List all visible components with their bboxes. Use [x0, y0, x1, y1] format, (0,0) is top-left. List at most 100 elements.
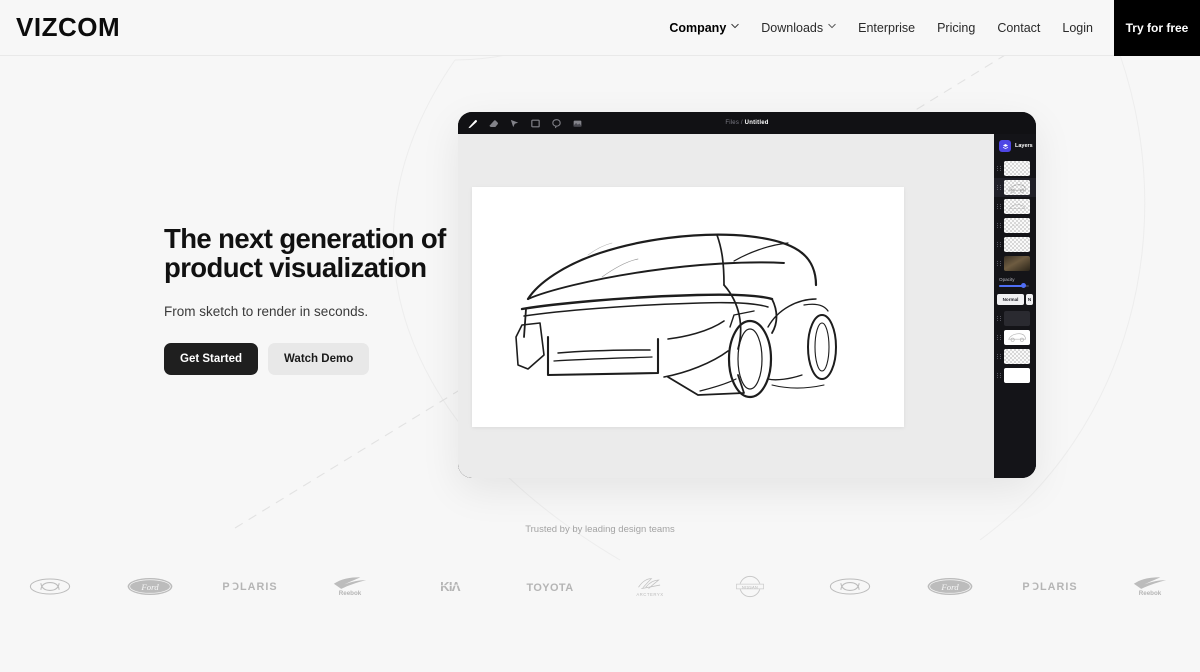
- hero-subtitle: From sketch to render in seconds.: [164, 304, 494, 319]
- drag-handle-icon[interactable]: [997, 260, 1001, 268]
- logo-arcteryx: ARCTERYX: [600, 575, 700, 598]
- nav-item-contact[interactable]: Contact: [986, 0, 1051, 56]
- layer-thumbnail: [1004, 311, 1030, 326]
- nav-item-enterprise[interactable]: Enterprise: [847, 0, 926, 56]
- chevron-down-icon: [828, 23, 836, 31]
- layer-item[interactable]: [994, 216, 1036, 235]
- nav-item-login[interactable]: Login: [1051, 0, 1104, 56]
- try-for-free-button[interactable]: Try for free: [1114, 0, 1200, 56]
- opacity-label: Opacity: [999, 277, 1031, 282]
- logo-kia: KIΛ: [400, 579, 500, 594]
- tool-icon-group: [466, 117, 583, 129]
- app-body: Layers: [458, 134, 1036, 478]
- opacity-slider-fill: [999, 285, 1022, 287]
- watch-demo-button[interactable]: Watch Demo: [268, 343, 369, 375]
- blend-mode-select[interactable]: Normal: [997, 294, 1024, 305]
- layer-item[interactable]: [994, 254, 1036, 273]
- opacity-slider-handle[interactable]: [1021, 283, 1026, 288]
- nav-item-company[interactable]: Company: [658, 0, 750, 56]
- svg-text:Reebok: Reebok: [339, 590, 362, 597]
- brand-logo[interactable]: VIZCOM: [16, 12, 120, 43]
- logo-polaris: POLARIS: [1000, 580, 1100, 593]
- opacity-control: Opacity: [994, 273, 1036, 289]
- logo-hyundai: [800, 578, 900, 595]
- get-started-button[interactable]: Get Started: [164, 343, 258, 375]
- page-root: VIZCOM Company Downloads Enterprise Pric…: [0, 0, 1200, 672]
- svg-text:ARCTERYX: ARCTERYX: [636, 591, 663, 596]
- drag-handle-icon[interactable]: [997, 371, 1001, 379]
- layers-panel: Layers: [994, 134, 1036, 478]
- layer-thumbnail: [1004, 180, 1030, 195]
- logo-polaris: POLARIS: [200, 580, 300, 593]
- drag-handle-icon[interactable]: [997, 314, 1001, 322]
- drag-handle-icon[interactable]: [997, 165, 1001, 173]
- hero-section: The next generation of product visualiza…: [164, 225, 494, 375]
- hero-buttons: Get Started Watch Demo: [164, 343, 494, 375]
- breadcrumb-files[interactable]: Files: [725, 120, 739, 126]
- layer-item[interactable]: [994, 178, 1036, 197]
- svg-text:NISSAN: NISSAN: [742, 585, 758, 589]
- layer-thumbnail: [1004, 349, 1030, 364]
- lasso-tool-icon[interactable]: [550, 117, 562, 129]
- logo-nissan: NISSAN: [700, 575, 800, 598]
- logo-carousel: Ford POLARIS Reebok KIΛ TOYOTA ARCTERYX …: [0, 562, 1200, 610]
- image-tool-icon[interactable]: [571, 117, 583, 129]
- layers-panel-header: Layers: [994, 140, 1036, 159]
- app-mockup-window: Files / Untitled: [458, 112, 1036, 478]
- car-concept-sketch: [472, 187, 904, 427]
- layers-panel-title: Layers: [1015, 143, 1033, 149]
- drag-handle-icon[interactable]: [997, 352, 1001, 360]
- layer-item[interactable]: [994, 197, 1036, 216]
- rectangle-tool-icon[interactable]: [529, 117, 541, 129]
- svg-text:Reebok: Reebok: [1139, 590, 1162, 597]
- nav-item-downloads[interactable]: Downloads: [750, 0, 847, 56]
- logo-ford: Ford: [900, 577, 1000, 596]
- nav-item-pricing[interactable]: Pricing: [926, 0, 986, 56]
- layers-icon: [999, 140, 1011, 152]
- blend-mode-row: Normal N: [997, 294, 1033, 305]
- svg-text:Ford: Ford: [940, 581, 959, 591]
- navbar: VIZCOM Company Downloads Enterprise Pric…: [0, 0, 1200, 56]
- svg-text:Ford: Ford: [140, 581, 159, 591]
- breadcrumb-current: Untitled: [745, 120, 769, 126]
- artboard[interactable]: [472, 187, 904, 427]
- drag-handle-icon[interactable]: [997, 333, 1001, 341]
- svg-text:KIΛ: KIΛ: [440, 579, 461, 594]
- drag-handle-icon[interactable]: [997, 203, 1001, 211]
- layer-item[interactable]: [994, 347, 1036, 366]
- nav-item-label: Downloads: [761, 21, 823, 35]
- logo-toyota: TOYOTA: [500, 579, 600, 594]
- layer-thumbnail: [1004, 161, 1030, 176]
- logo-reebok: Reebok: [300, 575, 400, 597]
- trusted-caption: Trusted by by leading design teams: [0, 524, 1200, 535]
- logo-ford: Ford: [100, 577, 200, 596]
- drag-handle-icon[interactable]: [997, 241, 1001, 249]
- logo-hyundai: [0, 578, 100, 595]
- layer-thumbnail: [1004, 218, 1030, 233]
- blend-mode-select-secondary[interactable]: N: [1026, 294, 1033, 305]
- layer-thumbnail: [1004, 199, 1030, 214]
- breadcrumb-separator: /: [741, 120, 743, 126]
- drag-handle-icon[interactable]: [997, 222, 1001, 230]
- cursor-tool-icon[interactable]: [508, 117, 520, 129]
- layer-item[interactable]: [994, 328, 1036, 347]
- layer-item[interactable]: [994, 235, 1036, 254]
- brush-tool-icon[interactable]: [466, 117, 478, 129]
- page-title: The next generation of product visualiza…: [164, 225, 494, 282]
- layer-thumbnail: [1004, 237, 1030, 252]
- layer-thumbnail: [1004, 368, 1030, 383]
- layer-item[interactable]: [994, 366, 1036, 385]
- layer-item[interactable]: [994, 159, 1036, 178]
- svg-text:TOYOTA: TOYOTA: [526, 581, 573, 593]
- canvas-area[interactable]: [458, 134, 994, 478]
- nav-item-label: Company: [669, 21, 726, 35]
- nav-links: Company Downloads Enterprise Pricing Con…: [658, 0, 1200, 56]
- layer-thumbnail: [1004, 330, 1030, 345]
- opacity-slider[interactable]: [999, 285, 1029, 287]
- layer-thumbnail: [1004, 256, 1030, 271]
- eraser-tool-icon[interactable]: [487, 117, 499, 129]
- drag-handle-icon[interactable]: [997, 184, 1001, 192]
- layer-item[interactable]: [994, 309, 1036, 328]
- app-toolbar: Files / Untitled: [458, 112, 1036, 134]
- logo-reebok: Reebok: [1100, 575, 1200, 597]
